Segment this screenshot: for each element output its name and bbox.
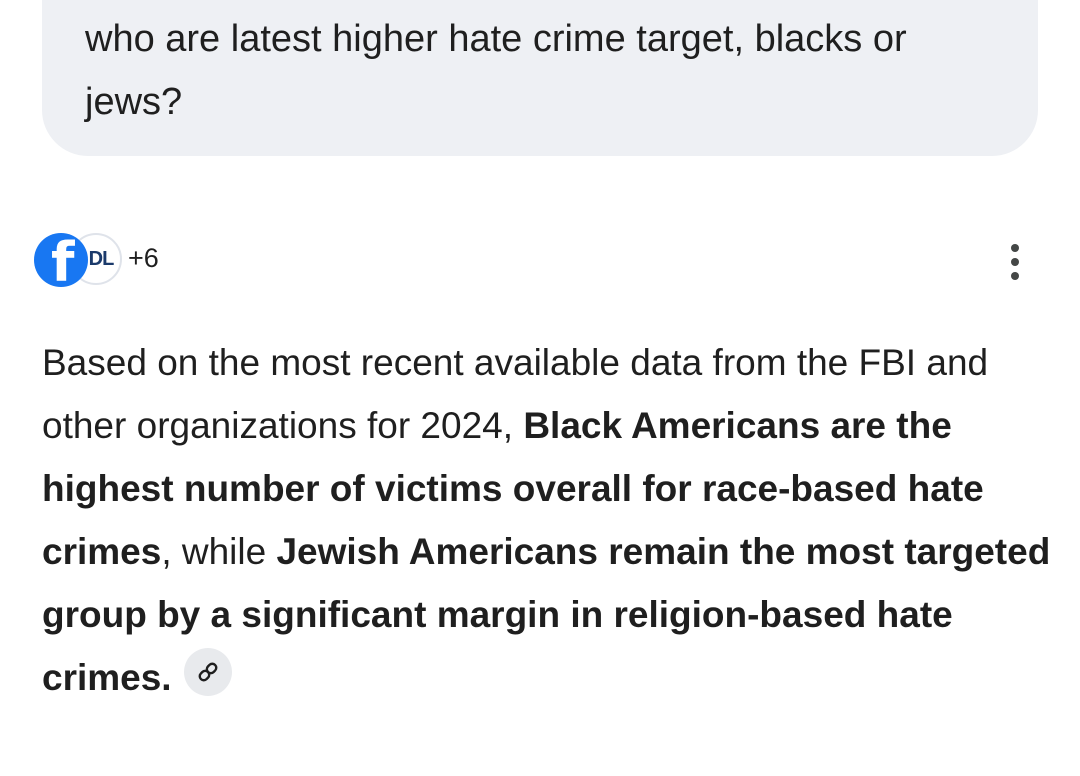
user-prompt-bubble: who are latest higher hate crime target,… xyxy=(42,0,1038,156)
kebab-dot xyxy=(1011,272,1019,280)
facebook-icon-letter: f xyxy=(51,233,75,288)
source-icons[interactable]: f DL xyxy=(34,232,124,288)
link-icon[interactable] xyxy=(183,648,232,696)
adl-icon-label: DL xyxy=(88,247,115,270)
answer-paragraph: Based on the most recent available data … xyxy=(42,331,1052,709)
kebab-dot xyxy=(1011,258,1019,266)
more-sources-count[interactable]: +6 xyxy=(128,243,159,274)
more-vert-icon[interactable] xyxy=(998,240,1032,284)
answer-text-2: , while xyxy=(161,531,277,572)
link-icon-glyph xyxy=(198,662,218,682)
facebook-icon: f xyxy=(34,233,88,287)
sources-row[interactable]: f DL +6 xyxy=(34,232,159,288)
kebab-dot xyxy=(1011,244,1019,252)
user-prompt-text: who are latest higher hate crime target,… xyxy=(85,18,907,123)
